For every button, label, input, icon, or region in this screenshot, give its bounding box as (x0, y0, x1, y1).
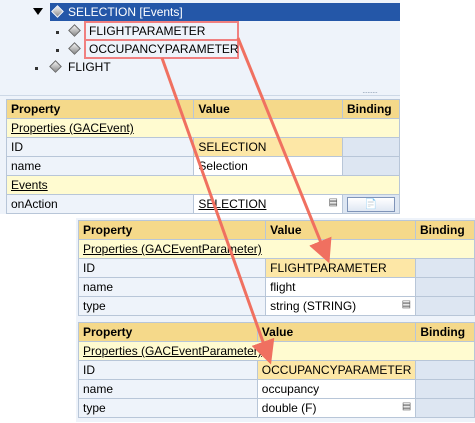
col-property: Property (77, 220, 267, 240)
prop-type-label: type (78, 398, 258, 418)
prop-name-input[interactable]: Selection (193, 156, 343, 176)
prop-id-value: FLIGHTPARAMETER (265, 258, 417, 278)
tree-node-flight[interactable]: FLIGHT (50, 58, 111, 76)
col-binding: Binding (415, 220, 475, 240)
dropdown-icon[interactable]: ▤ (402, 401, 411, 412)
occupancyparameter-panel: Property Value Binding Properties (GACEv… (76, 320, 475, 422)
expand-triangle-icon[interactable] (33, 8, 43, 15)
binding-cell (341, 137, 401, 157)
tree-node-flightparameter[interactable]: FLIGHTPARAMETER (84, 21, 239, 41)
col-binding: Binding (415, 322, 475, 342)
prop-name-label: name (78, 379, 258, 399)
create-action-button[interactable]: 📄 (346, 197, 395, 212)
tree-node-occupancyparameter[interactable]: OCCUPANCYPARAMETER (84, 39, 239, 59)
section-properties-gacevent[interactable]: Properties (GACEvent) (11, 121, 134, 135)
binding-cell (415, 258, 475, 278)
binding-cell (415, 360, 475, 380)
prop-onaction-label: onAction (5, 194, 195, 214)
col-value: Value (256, 322, 417, 342)
prop-type-select[interactable]: string (STRING) ▤ (265, 296, 417, 316)
tree-node-selection[interactable]: SELECTION [Events] (50, 3, 400, 21)
flightparameter-properties-table: Property Value Binding Properties (GACEv… (77, 220, 475, 316)
binding-cell (415, 277, 475, 297)
col-property: Property (5, 99, 195, 119)
prop-id-value: SELECTION (193, 137, 343, 157)
dropdown-icon[interactable]: ▤ (329, 197, 338, 208)
prop-type-select[interactable]: double (F) ▤ (256, 398, 417, 418)
occupancyparameter-properties-table: Property Value Binding Properties (GACEv… (78, 322, 475, 418)
col-value: Value (265, 220, 417, 240)
tree-dot (35, 67, 38, 70)
binding-cell (415, 296, 475, 316)
tree-node-selection-label: SELECTION [Events] (68, 5, 183, 19)
flightparameter-panel: Property Value Binding Properties (GACEv… (76, 218, 475, 320)
prop-name-input[interactable]: occupancy (256, 379, 417, 399)
col-property: Property (78, 322, 258, 342)
prop-id-label: ID (77, 258, 267, 278)
binding-cell (341, 156, 401, 176)
section-properties-gaceventparameter[interactable]: Properties (GACEventParameter) (83, 242, 262, 256)
col-value: Value (193, 99, 343, 119)
event-properties-table: Property Value Binding Properties (GACEv… (5, 99, 401, 214)
section-events[interactable]: Events (11, 178, 48, 192)
tree-dot (56, 49, 59, 52)
prop-name-input[interactable]: flight (265, 277, 417, 297)
parameter-node-icon (68, 24, 81, 37)
section-properties-gaceventparameter[interactable]: Properties (GACEventParameter) (83, 344, 262, 358)
prop-id-label: ID (5, 137, 195, 157)
binding-cell (415, 398, 475, 418)
prop-type-label: type (77, 296, 267, 316)
event-tree: SELECTION [Events] FLIGHTPARAMETER OCCUP… (0, 0, 400, 97)
prop-id-value: OCCUPANCYPARAMETER (256, 360, 417, 380)
prop-name-label: name (5, 156, 195, 176)
event-properties-panel: Property Value Binding Properties (GACEv… (0, 96, 401, 214)
col-binding: Binding (341, 99, 401, 119)
prop-name-label: name (77, 277, 267, 297)
prop-onaction-select[interactable]: SELECTION ▤ (193, 194, 343, 214)
binding-cell (415, 379, 475, 399)
dropdown-icon[interactable]: ▤ (402, 299, 411, 310)
tree-dot (56, 31, 59, 34)
prop-id-label: ID (78, 360, 258, 380)
parameter-node-icon (68, 42, 81, 55)
